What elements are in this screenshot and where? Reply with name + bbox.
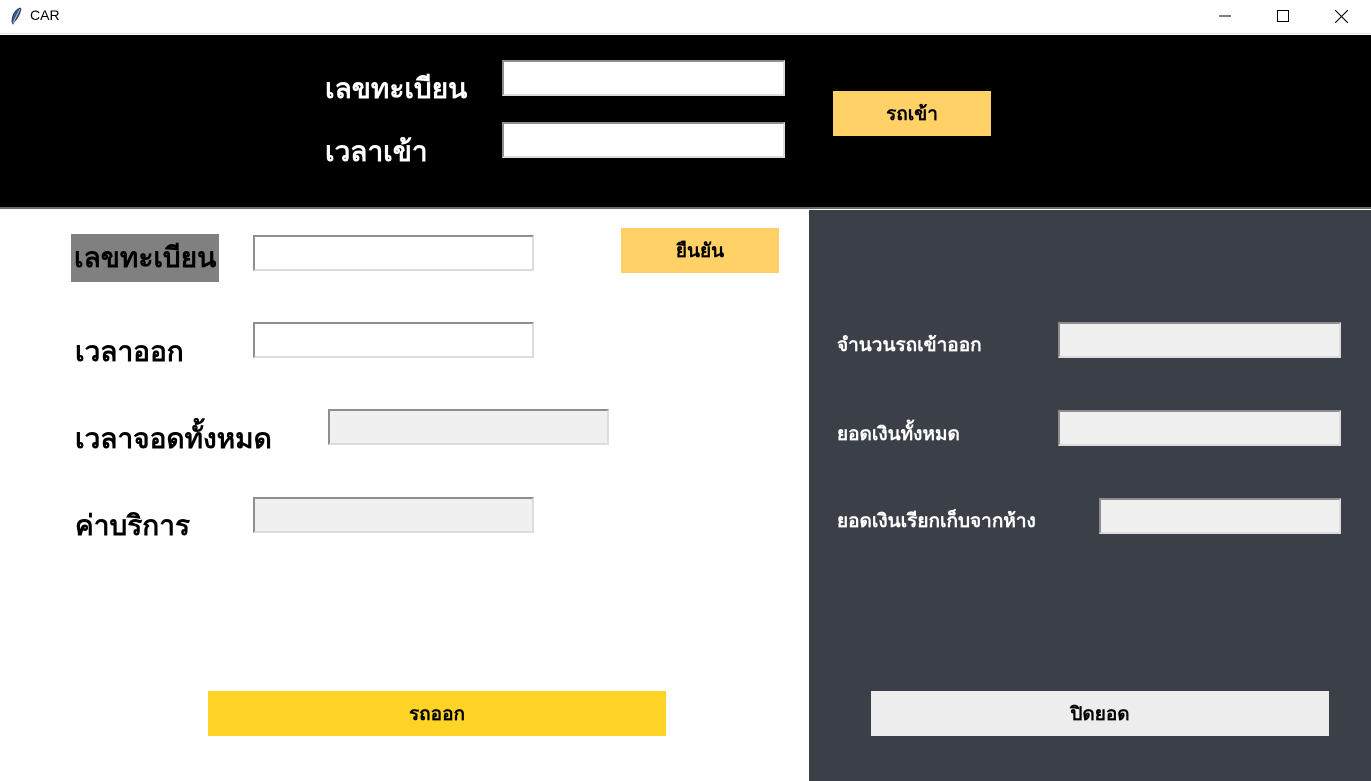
- minimize-button[interactable]: [1196, 0, 1254, 32]
- entry-plate-input[interactable]: [502, 60, 785, 96]
- exit-plate-input[interactable]: [253, 235, 534, 271]
- entry-time-input[interactable]: [502, 122, 785, 158]
- feather-icon: [11, 7, 22, 25]
- count-field: [1058, 322, 1341, 358]
- mall-charge-label: ยอดเงินเรียกเก็บจากห้าง: [837, 510, 1036, 532]
- car-in-button[interactable]: รถเข้า: [833, 91, 991, 136]
- fee-field: [253, 497, 534, 533]
- count-label: จำนวนรถเข้าออก: [837, 334, 982, 356]
- exit-plate-label: เลขทะเบียน: [71, 234, 220, 282]
- summary-panel: จำนวนรถเข้าออก ยอดเงินทั้งหมด ยอดเงินเรี…: [809, 210, 1371, 781]
- window-title: CAR: [30, 7, 60, 23]
- total-time-field: [328, 409, 609, 445]
- confirm-button[interactable]: ยืนยัน: [621, 228, 779, 273]
- minimize-icon: [1219, 15, 1231, 17]
- time-out-input[interactable]: [253, 322, 534, 358]
- exit-panel: เลขทะเบียน ยืนยัน เวลาออก เวลาจอดทั้งหมด…: [0, 210, 809, 781]
- fee-label: ค่าบริการ: [75, 509, 190, 542]
- close-button[interactable]: [1312, 0, 1370, 32]
- maximize-button[interactable]: [1254, 0, 1312, 32]
- entry-time-label: เวลาเข้า: [325, 135, 428, 168]
- maximize-icon: [1277, 10, 1289, 22]
- mall-charge-field: [1099, 498, 1341, 534]
- total-label: ยอดเงินทั้งหมด: [837, 423, 960, 445]
- total-time-label: เวลาจอดทั้งหมด: [75, 422, 272, 455]
- close-total-button[interactable]: ปิดยอด: [871, 691, 1329, 736]
- close-icon: [1334, 9, 1348, 23]
- entry-panel: เลขทะเบียน เวลาเข้า รถเข้า: [0, 35, 1371, 209]
- entry-plate-label: เลขทะเบียน: [325, 72, 468, 105]
- total-field: [1058, 410, 1341, 446]
- title-bar: CAR: [0, 0, 1371, 34]
- time-out-label: เวลาออก: [75, 335, 184, 368]
- car-out-button[interactable]: รถออก: [208, 691, 666, 736]
